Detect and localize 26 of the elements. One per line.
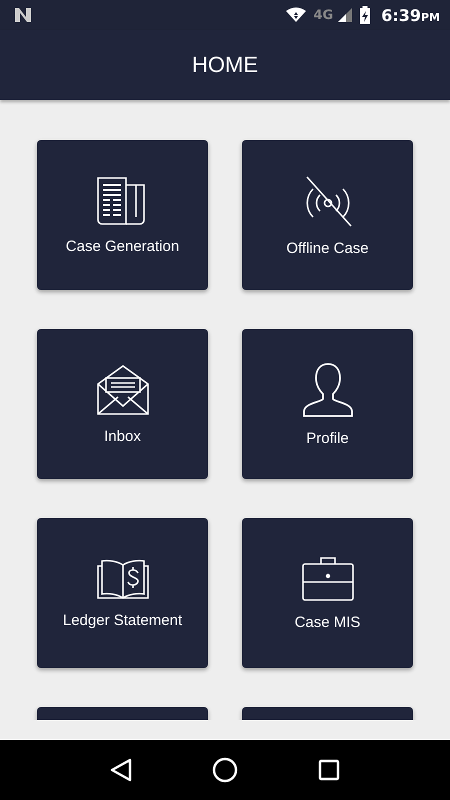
wifi-icon (285, 7, 308, 23)
briefcase-icon (300, 556, 354, 602)
dollar-book-icon (96, 558, 150, 600)
tile-label: Offline Case (286, 240, 369, 256)
open-envelope-icon (96, 364, 150, 416)
menu-tile[interactable]: Case Generation (37, 140, 208, 290)
clock: 6:39PM (381, 6, 440, 24)
tile-label: Case Generation (66, 238, 180, 254)
menu-tile[interactable]: Case MIS (242, 518, 413, 668)
tile-label: Inbox (104, 428, 141, 444)
notification-icon (14, 7, 32, 23)
recents-icon[interactable] (318, 759, 340, 781)
menu-tile[interactable]: Inbox (37, 329, 208, 479)
network-type: 4G (313, 8, 334, 22)
battery-icon (359, 6, 372, 24)
tile-label: Profile (306, 430, 349, 446)
tile-label: Case MIS (294, 614, 360, 630)
tile-label: Ledger Statement (62, 612, 182, 628)
menu-tile[interactable]: Profile (242, 329, 413, 479)
menu-tile[interactable]: Offline Case (242, 140, 413, 290)
signal-icon (337, 7, 354, 23)
home-icon[interactable] (212, 757, 238, 783)
back-icon[interactable] (110, 758, 132, 782)
screen-title: HOME (192, 52, 258, 78)
menu-tile[interactable]: Ledger Statement (37, 518, 208, 668)
person-icon (300, 362, 354, 418)
